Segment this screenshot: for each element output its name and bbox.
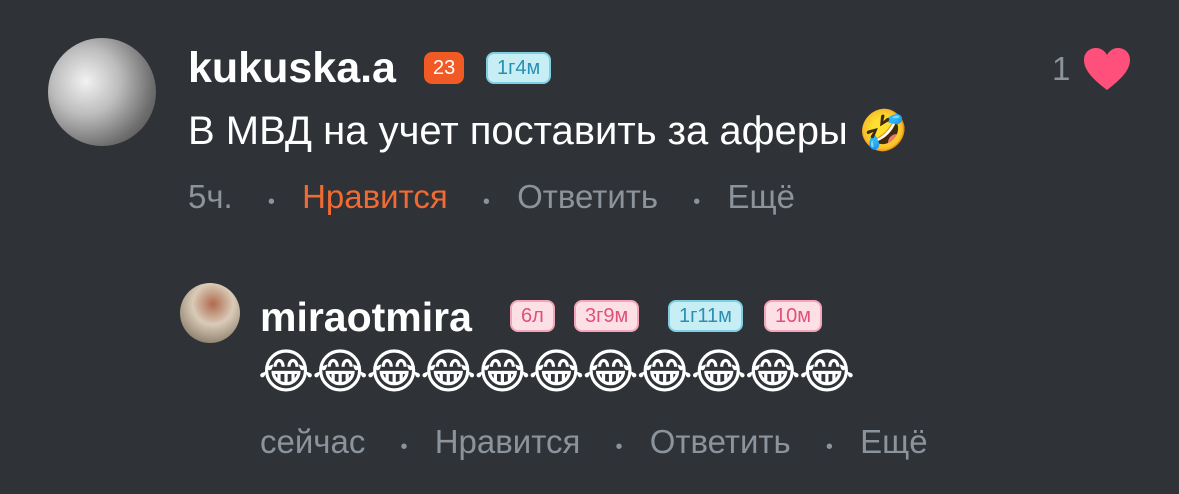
commenter-avatar[interactable]: [48, 38, 156, 146]
tenure-badge: 1г4м: [486, 52, 552, 84]
comment-actions: 5ч. • Нравится • Ответить • Ещё: [188, 177, 795, 222]
reply-emoji-text: 😂😂😂😂😂😂😂😂😂😂😂: [258, 346, 855, 399]
separator-dot: •: [482, 191, 490, 213]
comment-text: В МВД на учет поставить за аферы 🤣: [188, 105, 909, 157]
replier-username[interactable]: miraotmira: [260, 292, 472, 342]
separator-dot: •: [267, 191, 275, 213]
comment-text-body: В МВД на учет поставить за аферы: [188, 109, 848, 153]
tenure-badge: 10м: [764, 300, 822, 332]
reply-actions: сейчас • Нравится • Ответить • Ещё: [260, 422, 928, 467]
age-badge: 6л: [510, 300, 555, 332]
tenure-badge: 1г11м: [668, 300, 743, 332]
heart-icon[interactable]: [1082, 46, 1132, 92]
comment-time: 5ч.: [188, 178, 233, 215]
separator-dot: •: [400, 436, 408, 458]
reply-action[interactable]: Ответить: [650, 423, 791, 460]
tenure-badge: 3г9м: [574, 300, 640, 332]
rofl-emoji: 🤣: [858, 109, 909, 153]
level-badge: 23: [424, 52, 465, 84]
replier-avatar[interactable]: [180, 283, 240, 343]
separator-dot: •: [825, 436, 833, 458]
like-action-liked[interactable]: Нравится: [302, 178, 448, 215]
separator-dot: •: [693, 191, 701, 213]
reply-time: сейчас: [260, 423, 366, 460]
commenter-username[interactable]: kukuska.a: [188, 42, 396, 94]
more-action[interactable]: Ещё: [727, 178, 795, 215]
more-action[interactable]: Ещё: [860, 423, 928, 460]
like-action[interactable]: Нравится: [435, 423, 581, 460]
like-count: 1: [1052, 50, 1071, 87]
separator-dot: •: [615, 436, 623, 458]
reply-action[interactable]: Ответить: [517, 178, 658, 215]
